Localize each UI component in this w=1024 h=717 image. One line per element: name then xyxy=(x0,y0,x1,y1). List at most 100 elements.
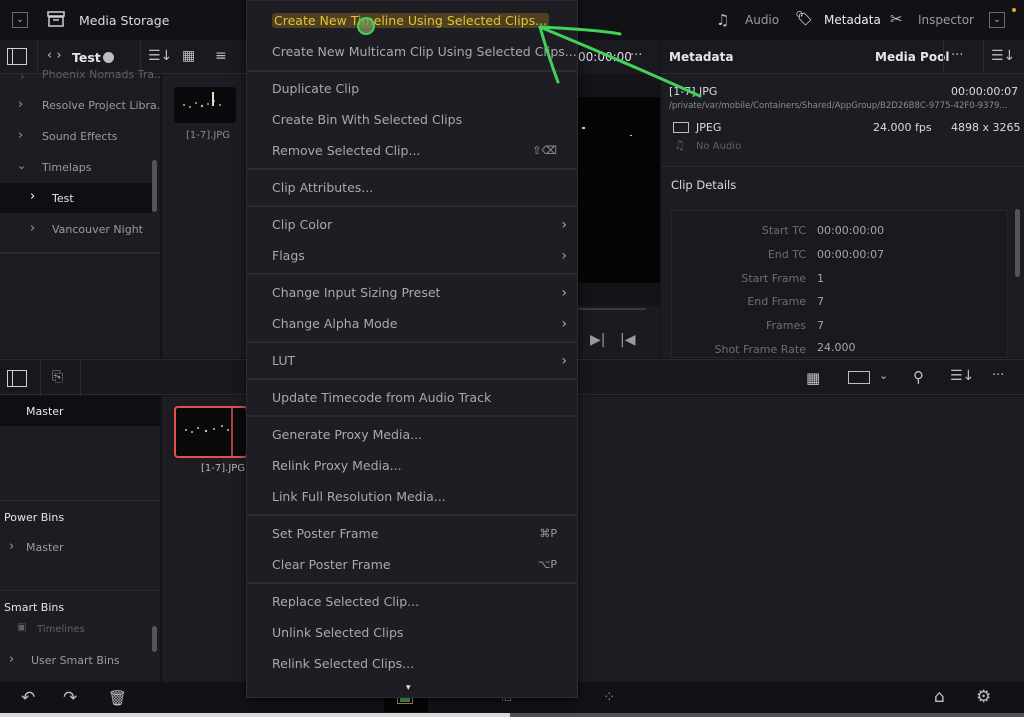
expand-dropdown-icon[interactable]: ⌄ xyxy=(989,12,1005,28)
step-back-icon[interactable]: |◀ xyxy=(620,332,635,348)
step-forward-icon[interactable]: ▶| xyxy=(590,332,605,348)
menu-item-link-full-res[interactable]: Link Full Resolution Media... xyxy=(247,481,577,512)
nav-back-forward-icon[interactable]: ‹ › xyxy=(47,48,62,63)
audio-tab[interactable]: Audio xyxy=(745,13,779,27)
menu-item-label: Replace Selected Clip... xyxy=(272,594,420,609)
menu-item-update-timecode[interactable]: Update Timecode from Audio Track xyxy=(247,382,577,413)
smart-bin-timelines-icon: ▣ xyxy=(17,622,27,633)
menu-item-label: Relink Selected Clips... xyxy=(272,656,415,671)
menu-item-lut[interactable]: LUT › xyxy=(247,345,577,376)
clip-name: [1-7].JPG xyxy=(186,130,231,141)
tree-scrollbar[interactable] xyxy=(152,160,157,212)
music-note-icon: ♫ xyxy=(716,11,730,29)
bin-master[interactable]: Master xyxy=(0,396,160,426)
viewer-more-icon[interactable]: ··· xyxy=(630,48,642,63)
media-storage-icon xyxy=(47,10,65,28)
film-frame-icon xyxy=(673,122,689,133)
power-bins-header: Power Bins xyxy=(4,511,65,524)
tree-item[interactable]: Resolve Project Libra... xyxy=(42,99,167,112)
menu-item-relink-proxy[interactable]: Relink Proxy Media... xyxy=(247,450,577,481)
power-bin-master[interactable]: Master xyxy=(26,541,64,554)
start-frame-field[interactable]: 1 xyxy=(813,268,998,288)
grid-view-icon[interactable]: ▦ xyxy=(182,48,195,64)
metadata-sort-icon[interactable]: ☰↓ xyxy=(991,48,1015,64)
chevron-right-icon: › xyxy=(561,352,567,369)
menu-item-label: Create New Multicam Clip Using Selected … xyxy=(272,44,577,59)
inspector-tab[interactable]: Inspector xyxy=(918,13,974,27)
thumbnail-size-slider[interactable] xyxy=(103,52,114,63)
list-view-icon[interactable]: ≡ xyxy=(215,48,227,64)
menu-item-clear-poster-frame[interactable]: Clear Poster Frame ⌥P xyxy=(247,549,577,580)
menu-item-input-sizing[interactable]: Change Input Sizing Preset › xyxy=(247,277,577,308)
inspector-tools-icon: ✂ xyxy=(890,10,903,28)
media-storage-tab[interactable]: Media Storage xyxy=(79,13,169,28)
trash-icon[interactable]: 🗑 xyxy=(108,689,127,707)
sort-icon[interactable]: ☰↓ xyxy=(148,48,172,64)
thumbnail-size-icon[interactable] xyxy=(848,371,870,384)
end-tc-field[interactable]: 00:00:00:07 xyxy=(813,244,998,264)
pool-clip-thumbnail-selected[interactable] xyxy=(174,406,248,458)
menu-item-duplicate-clip[interactable]: Duplicate Clip xyxy=(247,73,577,104)
metadata-tab[interactable]: Metadata xyxy=(824,13,881,27)
user-smart-bins[interactable]: User Smart Bins xyxy=(31,654,120,667)
bin-list-toggle-icon[interactable] xyxy=(7,370,27,387)
clip-details-scrollbar[interactable] xyxy=(1015,209,1020,277)
metadata-header: Metadata Media Pool ··· ☰↓ xyxy=(661,40,1024,74)
menu-item-create-multicam[interactable]: Create New Multicam Clip Using Selected … xyxy=(247,36,577,67)
metadata-clip-name: [1-7].JPG xyxy=(669,85,718,98)
settings-gear-icon[interactable]: ⚙ xyxy=(976,687,991,707)
viewer-header: 00:00:00 ··· xyxy=(578,40,660,74)
menu-item-generate-proxy[interactable]: Generate Proxy Media... xyxy=(247,419,577,450)
pool-grid-view-icon[interactable]: ▦ xyxy=(806,369,820,387)
smart-bins-header: Smart Bins xyxy=(4,601,65,614)
menu-item-replace-clip[interactable]: Replace Selected Clip... xyxy=(247,586,577,617)
menu-item-create-timeline[interactable]: Create New Timeline Using Selected Clips… xyxy=(247,5,577,36)
tree-item[interactable]: Sound Effects xyxy=(42,130,118,143)
field-label: End TC xyxy=(767,248,806,261)
menu-item-label: Unlink Selected Clips xyxy=(272,625,404,640)
menu-item-clip-color[interactable]: Clip Color › xyxy=(247,209,577,240)
end-frame-field[interactable]: 7 xyxy=(813,291,998,311)
menu-item-relink-clips[interactable]: Relink Selected Clips... xyxy=(247,648,577,679)
menu-item-alpha-mode[interactable]: Change Alpha Mode › xyxy=(247,308,577,339)
import-media-icon[interactable]: ⎘ xyxy=(52,369,63,385)
menu-scroll-more-icon[interactable]: ▾ xyxy=(406,683,411,693)
frames-field[interactable]: 7 xyxy=(813,315,998,335)
menu-item-flags[interactable]: Flags › xyxy=(247,240,577,271)
start-tc-field[interactable]: 00:00:00:00 xyxy=(813,220,998,240)
viewer-transport: ▶| |◀ xyxy=(578,306,660,358)
tree-item[interactable]: Vancouver Night xyxy=(52,223,143,236)
undo-icon[interactable]: ↶ xyxy=(21,688,35,708)
pool-sort-icon[interactable]: ☰↓ xyxy=(950,368,974,384)
chevron-down-icon[interactable]: ⌄ xyxy=(879,369,888,382)
search-icon[interactable]: ⚲ xyxy=(913,368,924,386)
menu-item-unlink-clips[interactable]: Unlink Selected Clips xyxy=(247,617,577,648)
media-pool-button[interactable]: Media Pool xyxy=(875,50,949,64)
chevron-right-icon: › xyxy=(561,315,567,332)
shot-frame-rate-field[interactable]: 24.000 xyxy=(813,339,998,355)
redo-icon[interactable]: ↷ xyxy=(63,688,77,708)
power-bins-chevron-icon: › xyxy=(9,539,15,554)
menu-item-label: Clip Attributes... xyxy=(272,180,374,195)
metadata-more-icon[interactable]: ··· xyxy=(951,48,963,63)
sidebar-toggle-icon[interactable] xyxy=(7,48,27,65)
loading-spinner-icon: ⁘ xyxy=(603,688,616,706)
audio-note-icon: ♫ xyxy=(674,138,685,152)
menu-item-remove-clip[interactable]: Remove Selected Clip... ⇧⌫ xyxy=(247,135,577,166)
tree-item[interactable]: Timelaps xyxy=(42,161,91,174)
menu-item-set-poster-frame[interactable]: Set Poster Frame ⌘P xyxy=(247,518,577,549)
home-icon[interactable]: ⌂ xyxy=(934,687,945,707)
menu-item-label: Create New Timeline Using Selected Clips… xyxy=(272,13,550,28)
collapse-toggle-icon[interactable]: ⌄ xyxy=(12,12,28,28)
bin-list-scrollbar[interactable] xyxy=(152,626,157,652)
tree-item-selected[interactable]: › Test xyxy=(0,183,152,213)
menu-item-clip-attributes[interactable]: Clip Attributes... xyxy=(247,172,577,203)
pool-more-icon[interactable]: ··· xyxy=(992,368,1004,383)
clip-thumbnail[interactable] xyxy=(174,87,236,123)
smart-bin-timelines[interactable]: Timelines xyxy=(37,624,85,635)
tree-item[interactable]: Phoenix Nomads Tra... xyxy=(42,68,165,78)
tree-chevron-icon: › xyxy=(18,97,24,112)
menu-item-label: Duplicate Clip xyxy=(272,81,360,96)
menu-item-create-bin[interactable]: Create Bin With Selected Clips xyxy=(247,104,577,135)
metadata-duration: 00:00:00:07 xyxy=(951,85,1019,98)
